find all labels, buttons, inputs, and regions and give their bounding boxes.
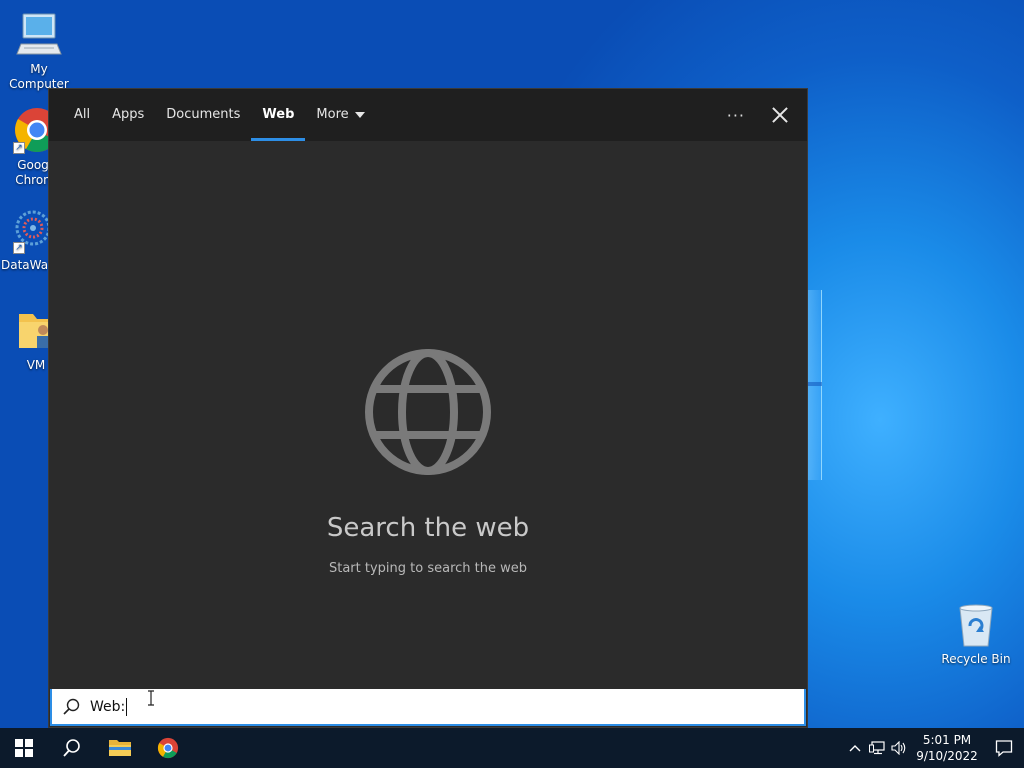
search-web-placeholder: Search the web Start typing to search th…: [49, 141, 807, 689]
desktop-icon-my-computer[interactable]: My Computer: [1, 10, 77, 92]
system-tray: 5:01 PM 9/10/2022: [844, 728, 1024, 768]
show-hidden-icons-button[interactable]: [844, 728, 866, 768]
taskbar-file-explorer[interactable]: [96, 728, 144, 768]
clock-date: 9/10/2022: [916, 749, 978, 763]
computer-icon: [15, 10, 63, 58]
desktop-icon-label: DataWag: [1, 258, 47, 272]
tab-apps[interactable]: Apps: [101, 89, 155, 141]
speaker-icon: [891, 741, 906, 755]
placeholder-subheading: Start typing to search the web: [328, 561, 527, 576]
shortcut-arrow-icon: ↗: [13, 242, 25, 254]
mouse-ibeam-cursor-icon: [148, 690, 154, 706]
notification-icon: [995, 740, 1013, 757]
windows-logo-icon: [15, 739, 33, 757]
folder-icon: [109, 740, 131, 756]
tab-all[interactable]: All: [63, 89, 101, 141]
desktop-icon-label: Goog Chron: [15, 158, 51, 187]
tab-documents-label: Documents: [166, 107, 241, 122]
tab-more[interactable]: More: [305, 89, 375, 141]
desktop-icon-recycle-bin[interactable]: Recycle Bin: [940, 602, 1012, 666]
search-scope-prefix: Web:: [90, 698, 126, 715]
taskbar-search-button[interactable]: [48, 728, 96, 768]
tab-documents[interactable]: Documents: [155, 89, 251, 141]
volume-button[interactable]: [888, 728, 910, 768]
desktop-icon-label: My Computer: [9, 62, 69, 91]
search-icon: [63, 739, 80, 757]
tab-more-label: More: [316, 107, 349, 122]
taskbar: 5:01 PM 9/10/2022: [0, 728, 1024, 768]
search-tab-bar: All Apps Documents Web More ···: [49, 89, 807, 141]
recycle-bin-label: Recycle Bin: [941, 652, 1011, 666]
more-options-button[interactable]: ···: [727, 106, 745, 125]
network-icon: [869, 741, 885, 755]
chrome-icon: [157, 737, 179, 759]
network-button[interactable]: [866, 728, 888, 768]
search-icon: [63, 698, 80, 715]
recycle-bin-icon: [959, 604, 993, 647]
tab-web[interactable]: Web: [251, 89, 306, 141]
globe-icon: [365, 349, 491, 475]
tab-apps-label: Apps: [112, 107, 145, 122]
chevron-up-icon: [849, 745, 861, 752]
shortcut-arrow-icon: ↗: [13, 142, 25, 154]
tab-web-label: Web: [262, 107, 295, 122]
placeholder-heading: Search the web: [326, 513, 530, 543]
desktop-icon-label: VM: [26, 358, 46, 372]
search-input[interactable]: [129, 698, 730, 715]
search-panel: All Apps Documents Web More ··· Search t…: [48, 88, 808, 728]
background-window-edge: [806, 290, 822, 480]
action-center-button[interactable]: [984, 728, 1024, 768]
taskbar-chrome[interactable]: [144, 728, 192, 768]
taskbar-clock[interactable]: 5:01 PM 9/10/2022: [910, 732, 984, 764]
clock-time: 5:01 PM: [922, 733, 972, 747]
tab-all-label: All: [74, 107, 91, 122]
chevron-down-icon: [354, 112, 365, 118]
close-button[interactable]: [771, 106, 789, 124]
tab-actions: ···: [727, 89, 789, 141]
text-caret: [126, 697, 128, 716]
search-box[interactable]: Web:: [50, 689, 806, 726]
start-button[interactable]: [0, 728, 48, 768]
